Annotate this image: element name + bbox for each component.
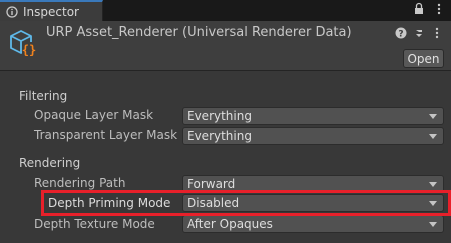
transparent-layer-mask-dropdown[interactable]: Everything <box>182 127 444 145</box>
depth-texture-mode-dropdown[interactable]: After Opaques <box>182 215 444 233</box>
inspector-content: Filtering Opaque Layer Mask Everything T… <box>0 72 451 243</box>
inspector-header: {} URP Asset_Renderer (Universal Rendere… <box>0 21 451 71</box>
section-title-rendering: Rendering <box>19 156 81 170</box>
chevron-down-icon <box>429 134 437 139</box>
chevron-down-icon <box>429 182 437 187</box>
property-label-depth-texture-mode: Depth Texture Mode <box>34 217 155 231</box>
tab-inspector[interactable]: Inspector <box>0 0 103 21</box>
asset-title: URP Asset_Renderer (Universal Renderer D… <box>46 25 352 40</box>
svg-text:{}: {} <box>22 43 36 57</box>
scriptable-object-icon: {} <box>7 27 39 59</box>
tab-actions <box>413 2 445 16</box>
kebab-menu-icon[interactable] <box>431 26 443 40</box>
property-label-opaque-layer-mask: Opaque Layer Mask <box>34 108 154 122</box>
dropdown-value: Forward <box>187 177 236 191</box>
header-actions: ? <box>395 26 443 40</box>
section-title-filtering: Filtering <box>19 89 68 103</box>
chevron-down-icon <box>429 114 437 119</box>
lock-icon[interactable] <box>413 2 425 16</box>
svg-text:?: ? <box>398 30 403 40</box>
property-label-rendering-path: Rendering Path <box>34 176 126 190</box>
opaque-layer-mask-dropdown[interactable]: Everything <box>182 107 444 125</box>
dropdown-value: Everything <box>187 109 252 123</box>
settings-icon[interactable] <box>413 26 425 40</box>
kebab-menu-icon[interactable] <box>433 2 445 16</box>
dropdown-value: Everything <box>187 129 252 143</box>
property-label-transparent-layer-mask: Transparent Layer Mask <box>34 128 178 142</box>
info-icon <box>6 5 18 18</box>
chevron-down-icon <box>429 222 437 227</box>
tab-label: Inspector <box>23 4 79 19</box>
open-button[interactable]: Open <box>403 49 444 68</box>
highlight-box <box>41 190 451 216</box>
tab-bar: Inspector <box>0 0 451 21</box>
help-icon[interactable]: ? <box>395 26 407 40</box>
dropdown-value: After Opaques <box>187 217 273 231</box>
